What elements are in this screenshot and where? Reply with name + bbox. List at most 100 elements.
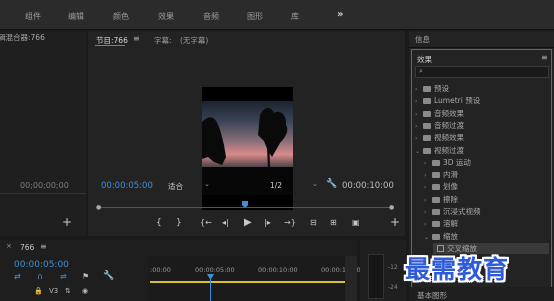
marker-icon[interactable]: ⚑ bbox=[82, 272, 89, 281]
chevron-right-icon[interactable]: › bbox=[415, 86, 423, 93]
track-label-v3[interactable]: V3 bbox=[49, 287, 58, 295]
overwrite-button[interactable]: ⊞ bbox=[330, 218, 337, 227]
folder-icon bbox=[432, 172, 440, 179]
timeline-timecode[interactable]: 00:00:05:00 bbox=[14, 260, 69, 270]
effects-search-input[interactable]: ⌕ bbox=[415, 66, 549, 78]
chevron-down-icon[interactable]: ⌄ bbox=[424, 234, 432, 241]
effects-tree-item-label: 擦除 bbox=[443, 194, 458, 204]
effects-tree-item[interactable]: › 划像 bbox=[424, 181, 458, 192]
duration-timecode: 00:00:10:00 bbox=[342, 181, 394, 191]
chevron-right-icon[interactable]: › bbox=[424, 221, 432, 228]
folder-icon bbox=[432, 233, 440, 240]
folder-icon bbox=[423, 110, 431, 117]
effects-tree-item[interactable]: ⌄ 视频过渡 bbox=[415, 145, 464, 156]
step-back-button[interactable]: ◂| bbox=[222, 218, 229, 227]
sequence-tab[interactable]: 766 bbox=[20, 243, 34, 252]
effects-tree-item[interactable]: › 视频效果 bbox=[415, 132, 464, 143]
chevron-right-icon[interactable]: › bbox=[415, 123, 423, 130]
effects-tree-item[interactable]: › 沉浸式视频 bbox=[424, 206, 481, 217]
in-handle[interactable]: ● bbox=[96, 204, 101, 211]
panel-title[interactable]: 辑混合器:766 bbox=[0, 31, 86, 45]
effects-tree-item-label: Lumetri 预设 bbox=[434, 96, 481, 106]
panel-menu-icon[interactable]: ≡ bbox=[541, 53, 548, 62]
zoom-chevron-icon[interactable]: ⌄ bbox=[204, 180, 210, 188]
folder-icon bbox=[432, 184, 440, 191]
audio-clip-mixer-panel: 辑混合器:766 00;00;00;00 + bbox=[0, 31, 86, 236]
add-icon[interactable]: + bbox=[62, 215, 72, 229]
playhead-timecode[interactable]: 00:00:05:00 bbox=[101, 181, 153, 191]
chevron-right-icon[interactable]: › bbox=[424, 172, 432, 179]
chevron-down-icon[interactable]: ⌄ bbox=[415, 148, 423, 155]
effects-tree-item-label: 视频过渡 bbox=[434, 145, 464, 155]
mark-out-button[interactable]: } bbox=[176, 218, 182, 228]
effects-tree-item[interactable]: › 内滑 bbox=[424, 169, 458, 180]
effects-tree-item[interactable]: › 音频过渡 bbox=[415, 120, 464, 131]
workspace-tab-audio[interactable]: 音频 bbox=[203, 11, 219, 22]
effects-tree-item-label: 音频过渡 bbox=[434, 120, 464, 130]
work-area-bar[interactable] bbox=[150, 281, 345, 283]
info-tab[interactable]: 信息 bbox=[415, 34, 430, 45]
out-handle[interactable]: ● bbox=[389, 204, 394, 211]
more-workspaces-button[interactable]: » bbox=[337, 9, 343, 20]
resolution-chevron-icon[interactable]: ⌄ bbox=[312, 180, 318, 188]
zoom-select[interactable]: 适合 bbox=[168, 181, 183, 192]
chevron-right-icon[interactable]: › bbox=[424, 184, 432, 191]
sync-lock-icon[interactable]: ⇅ bbox=[65, 287, 71, 295]
chevron-right-icon[interactable]: › bbox=[415, 135, 423, 142]
active-tab-indicator bbox=[95, 45, 125, 46]
effects-tree-item-label: 内滑 bbox=[443, 170, 458, 180]
divider bbox=[409, 47, 554, 48]
effects-tab[interactable]: 效果 bbox=[417, 54, 432, 65]
snap-icon[interactable]: ⇄ bbox=[14, 272, 21, 281]
go-to-out-button[interactable]: →} bbox=[284, 218, 296, 227]
go-to-in-button[interactable]: {← bbox=[200, 218, 212, 227]
insert-button[interactable]: ⊟ bbox=[310, 218, 317, 227]
eye-icon[interactable]: ◉ bbox=[82, 287, 88, 295]
wrench-icon[interactable]: 🔧 bbox=[326, 179, 337, 189]
effects-tree-item[interactable]: ⌄ 缩放 bbox=[424, 231, 458, 242]
workspace-tab-editing[interactable]: 编辑 bbox=[68, 11, 84, 22]
workspace-tab-effects[interactable]: 效果 bbox=[158, 11, 174, 22]
timeline-ruler-area[interactable]: :00:00 00:00:05:00 00:00:10:00 00:00:15:… bbox=[148, 256, 361, 301]
timeline-scrollbar[interactable] bbox=[345, 256, 357, 301]
magnet-icon[interactable]: ∩ bbox=[37, 272, 43, 281]
step-forward-button[interactable]: |▸ bbox=[264, 218, 271, 227]
chevron-right-icon[interactable]: › bbox=[424, 160, 432, 167]
lock-icon[interactable]: 🔒 bbox=[34, 287, 43, 295]
panel-menu-icon[interactable]: ≡ bbox=[40, 242, 47, 251]
wrench-icon[interactable]: 🔧 bbox=[103, 271, 114, 281]
essential-graphics-tab[interactable]: 基本图形 bbox=[417, 290, 447, 301]
effects-tree-item[interactable]: › 溶解 bbox=[424, 218, 458, 229]
workspace-tab-assembly[interactable]: 组件 bbox=[25, 11, 41, 22]
effects-tree-item[interactable]: › 擦除 bbox=[424, 194, 458, 205]
program-monitor: 节目:766 ≡ 字幕: (无字幕) 00:00:05:00 适合 ⌄ 1/2 … bbox=[88, 31, 405, 236]
workspace-tab-graphics[interactable]: 图形 bbox=[247, 11, 263, 22]
effects-tree-item[interactable]: › 预设 bbox=[415, 83, 449, 94]
ruler-label: 00:00:05:00 bbox=[195, 266, 235, 274]
close-icon[interactable]: × bbox=[6, 242, 12, 250]
mark-in-button[interactable]: { bbox=[156, 218, 162, 228]
add-button[interactable]: + bbox=[390, 215, 400, 229]
panel-menu-icon[interactable]: ≡ bbox=[133, 34, 140, 43]
video-preview bbox=[202, 87, 293, 210]
play-button[interactable]: ▶ bbox=[244, 217, 252, 228]
workspace-tab-libraries[interactable]: 库 bbox=[291, 11, 299, 22]
chevron-right-icon[interactable]: › bbox=[424, 197, 432, 204]
chevron-right-icon[interactable]: › bbox=[424, 209, 432, 216]
chevron-right-icon[interactable]: › bbox=[415, 98, 423, 105]
chevron-right-icon[interactable]: › bbox=[415, 111, 423, 118]
playhead-handle[interactable] bbox=[207, 274, 214, 280]
export-frame-button[interactable]: ▣ bbox=[352, 218, 360, 227]
effects-tree-item[interactable]: › Lumetri 预设 bbox=[415, 95, 480, 106]
effects-tree-item[interactable]: › 3D 运动 bbox=[424, 157, 471, 168]
workspace-tab-color[interactable]: 颜色 bbox=[113, 11, 129, 22]
watermark-logo: 最需教育 bbox=[405, 255, 510, 284]
folder-icon bbox=[423, 147, 431, 154]
scrubber-track[interactable] bbox=[98, 207, 394, 208]
effects-tree-item-label: 预设 bbox=[434, 84, 449, 93]
effects-tree-item[interactable]: › 音频效果 bbox=[415, 108, 464, 119]
resolution-select[interactable]: 1/2 bbox=[270, 181, 282, 190]
captions-value[interactable]: (无字幕) bbox=[180, 35, 208, 46]
linked-selection-icon[interactable]: ⇌ bbox=[60, 272, 67, 281]
effects-tree-item-label: 缩放 bbox=[443, 231, 458, 241]
